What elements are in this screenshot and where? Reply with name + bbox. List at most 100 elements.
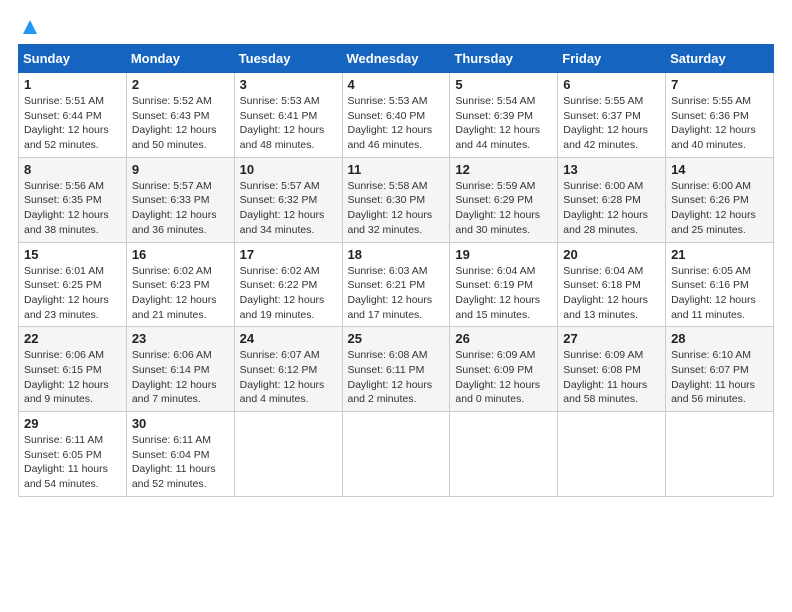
calendar-day-cell: 22 Sunrise: 6:06 AMSunset: 6:15 PMDayligh…	[19, 327, 127, 412]
day-info: Sunrise: 6:11 AMSunset: 6:05 PMDaylight:…	[24, 434, 108, 490]
weekday-header-cell: Friday	[558, 45, 666, 73]
day-info: Sunrise: 5:57 AMSunset: 6:32 PMDaylight:…	[240, 180, 325, 236]
day-info: Sunrise: 5:55 AMSunset: 6:36 PMDaylight:…	[671, 95, 756, 151]
calendar-day-cell: 19 Sunrise: 6:04 AMSunset: 6:19 PMDayligh…	[450, 242, 558, 327]
calendar-day-cell: 1 Sunrise: 5:51 AMSunset: 6:44 PMDaylight…	[19, 73, 127, 158]
day-number: 13	[563, 162, 660, 177]
day-info: Sunrise: 5:58 AMSunset: 6:30 PMDaylight:…	[348, 180, 433, 236]
logo	[18, 18, 41, 34]
day-number: 9	[132, 162, 229, 177]
day-number: 19	[455, 247, 552, 262]
day-info: Sunrise: 6:03 AMSunset: 6:21 PMDaylight:…	[348, 265, 433, 321]
calendar-day-cell: 5 Sunrise: 5:54 AMSunset: 6:39 PMDaylight…	[450, 73, 558, 158]
day-info: Sunrise: 5:54 AMSunset: 6:39 PMDaylight:…	[455, 95, 540, 151]
weekday-header-cell: Saturday	[666, 45, 774, 73]
logo-icon	[19, 16, 41, 38]
day-info: Sunrise: 6:05 AMSunset: 6:16 PMDaylight:…	[671, 265, 756, 321]
day-number: 1	[24, 77, 121, 92]
day-info: Sunrise: 5:56 AMSunset: 6:35 PMDaylight:…	[24, 180, 109, 236]
day-info: Sunrise: 6:09 AMSunset: 6:09 PMDaylight:…	[455, 349, 540, 405]
calendar-week-row: 8Sunrise: 5:56 AMSunset: 6:35 PMDaylight…	[19, 157, 774, 242]
calendar-day-cell: 30Sunrise: 6:11 AMSunset: 6:04 PMDayligh…	[126, 412, 234, 497]
day-number: 28	[671, 331, 768, 346]
day-number: 16	[132, 247, 229, 262]
weekday-header-cell: Wednesday	[342, 45, 450, 73]
day-number: 25	[348, 331, 445, 346]
calendar-day-cell: 20 Sunrise: 6:04 AMSunset: 6:18 PMDayligh…	[558, 242, 666, 327]
header	[18, 18, 774, 34]
day-info: Sunrise: 5:52 AMSunset: 6:43 PMDaylight:…	[132, 95, 217, 151]
calendar-day-cell: 28 Sunrise: 6:10 AMSunset: 6:07 PMDayligh…	[666, 327, 774, 412]
calendar-day-cell: 24Sunrise: 6:07 AMSunset: 6:12 PMDayligh…	[234, 327, 342, 412]
calendar-day-cell: 11 Sunrise: 5:58 AMSunset: 6:30 PMDayligh…	[342, 157, 450, 242]
calendar-day-cell: 12 Sunrise: 5:59 AMSunset: 6:29 PMDayligh…	[450, 157, 558, 242]
day-number: 15	[24, 247, 121, 262]
day-number: 22	[24, 331, 121, 346]
day-info: Sunrise: 6:00 AMSunset: 6:28 PMDaylight:…	[563, 180, 648, 236]
day-info: Sunrise: 6:02 AMSunset: 6:23 PMDaylight:…	[132, 265, 217, 321]
day-info: Sunrise: 5:53 AMSunset: 6:41 PMDaylight:…	[240, 95, 325, 151]
day-number: 20	[563, 247, 660, 262]
calendar-day-cell: 4Sunrise: 5:53 AMSunset: 6:40 PMDaylight…	[342, 73, 450, 158]
day-info: Sunrise: 5:59 AMSunset: 6:29 PMDaylight:…	[455, 180, 540, 236]
day-number: 12	[455, 162, 552, 177]
calendar-day-cell: 7 Sunrise: 5:55 AMSunset: 6:36 PMDaylight…	[666, 73, 774, 158]
day-info: Sunrise: 6:04 AMSunset: 6:19 PMDaylight:…	[455, 265, 540, 321]
calendar-day-cell: 2 Sunrise: 5:52 AMSunset: 6:43 PMDaylight…	[126, 73, 234, 158]
day-info: Sunrise: 5:57 AMSunset: 6:33 PMDaylight:…	[132, 180, 217, 236]
day-info: Sunrise: 6:08 AMSunset: 6:11 PMDaylight:…	[348, 349, 433, 405]
day-number: 4	[348, 77, 445, 92]
calendar-day-cell: 10 Sunrise: 5:57 AMSunset: 6:32 PMDayligh…	[234, 157, 342, 242]
day-number: 2	[132, 77, 229, 92]
day-number: 21	[671, 247, 768, 262]
day-number: 27	[563, 331, 660, 346]
calendar-day-cell: 29 Sunrise: 6:11 AMSunset: 6:05 PMDayligh…	[19, 412, 127, 497]
calendar-day-cell: 26 Sunrise: 6:09 AMSunset: 6:09 PMDayligh…	[450, 327, 558, 412]
day-info: Sunrise: 5:55 AMSunset: 6:37 PMDaylight:…	[563, 95, 648, 151]
calendar-table: SundayMondayTuesdayWednesdayThursdayFrid…	[18, 44, 774, 497]
day-number: 7	[671, 77, 768, 92]
calendar-day-cell: 16 Sunrise: 6:02 AMSunset: 6:23 PMDayligh…	[126, 242, 234, 327]
day-number: 11	[348, 162, 445, 177]
calendar-day-cell: 14Sunrise: 6:00 AMSunset: 6:26 PMDayligh…	[666, 157, 774, 242]
calendar-day-cell: 27 Sunrise: 6:09 AMSunset: 6:08 PMDayligh…	[558, 327, 666, 412]
day-number: 14	[671, 162, 768, 177]
calendar-day-cell: 9 Sunrise: 5:57 AMSunset: 6:33 PMDaylight…	[126, 157, 234, 242]
day-number: 3	[240, 77, 337, 92]
day-info: Sunrise: 5:51 AMSunset: 6:44 PMDaylight:…	[24, 95, 109, 151]
calendar-day-cell: 18 Sunrise: 6:03 AMSunset: 6:21 PMDayligh…	[342, 242, 450, 327]
day-info: Sunrise: 6:06 AMSunset: 6:14 PMDaylight:…	[132, 349, 217, 405]
weekday-header-cell: Sunday	[19, 45, 127, 73]
day-number: 17	[240, 247, 337, 262]
weekday-header-cell: Thursday	[450, 45, 558, 73]
day-number: 5	[455, 77, 552, 92]
day-number: 26	[455, 331, 552, 346]
weekday-header-cell: Monday	[126, 45, 234, 73]
day-number: 29	[24, 416, 121, 431]
calendar-day-cell: 21 Sunrise: 6:05 AMSunset: 6:16 PMDayligh…	[666, 242, 774, 327]
calendar-day-cell: 3 Sunrise: 5:53 AMSunset: 6:41 PMDaylight…	[234, 73, 342, 158]
calendar-day-cell: 15 Sunrise: 6:01 AMSunset: 6:25 PMDayligh…	[19, 242, 127, 327]
day-info: Sunrise: 6:10 AMSunset: 6:07 PMDaylight:…	[671, 349, 755, 405]
day-number: 10	[240, 162, 337, 177]
calendar-week-row: 29 Sunrise: 6:11 AMSunset: 6:05 PMDayligh…	[19, 412, 774, 497]
calendar-day-cell	[666, 412, 774, 497]
calendar-day-cell: 6 Sunrise: 5:55 AMSunset: 6:37 PMDaylight…	[558, 73, 666, 158]
day-number: 18	[348, 247, 445, 262]
calendar-day-cell: 23Sunrise: 6:06 AMSunset: 6:14 PMDayligh…	[126, 327, 234, 412]
calendar-week-row: 22 Sunrise: 6:06 AMSunset: 6:15 PMDayligh…	[19, 327, 774, 412]
day-info: Sunrise: 6:06 AMSunset: 6:15 PMDaylight:…	[24, 349, 109, 405]
calendar-day-cell	[234, 412, 342, 497]
calendar-day-cell	[558, 412, 666, 497]
day-info: Sunrise: 6:02 AMSunset: 6:22 PMDaylight:…	[240, 265, 325, 321]
day-info: Sunrise: 6:09 AMSunset: 6:08 PMDaylight:…	[563, 349, 647, 405]
day-number: 6	[563, 77, 660, 92]
day-number: 30	[132, 416, 229, 431]
calendar-week-row: 15 Sunrise: 6:01 AMSunset: 6:25 PMDayligh…	[19, 242, 774, 327]
calendar-day-cell: 17 Sunrise: 6:02 AMSunset: 6:22 PMDayligh…	[234, 242, 342, 327]
calendar-body: 1 Sunrise: 5:51 AMSunset: 6:44 PMDaylight…	[19, 73, 774, 497]
day-info: Sunrise: 6:01 AMSunset: 6:25 PMDaylight:…	[24, 265, 109, 321]
weekday-header-cell: Tuesday	[234, 45, 342, 73]
day-info: Sunrise: 6:04 AMSunset: 6:18 PMDaylight:…	[563, 265, 648, 321]
calendar-day-cell: 25 Sunrise: 6:08 AMSunset: 6:11 PMDayligh…	[342, 327, 450, 412]
